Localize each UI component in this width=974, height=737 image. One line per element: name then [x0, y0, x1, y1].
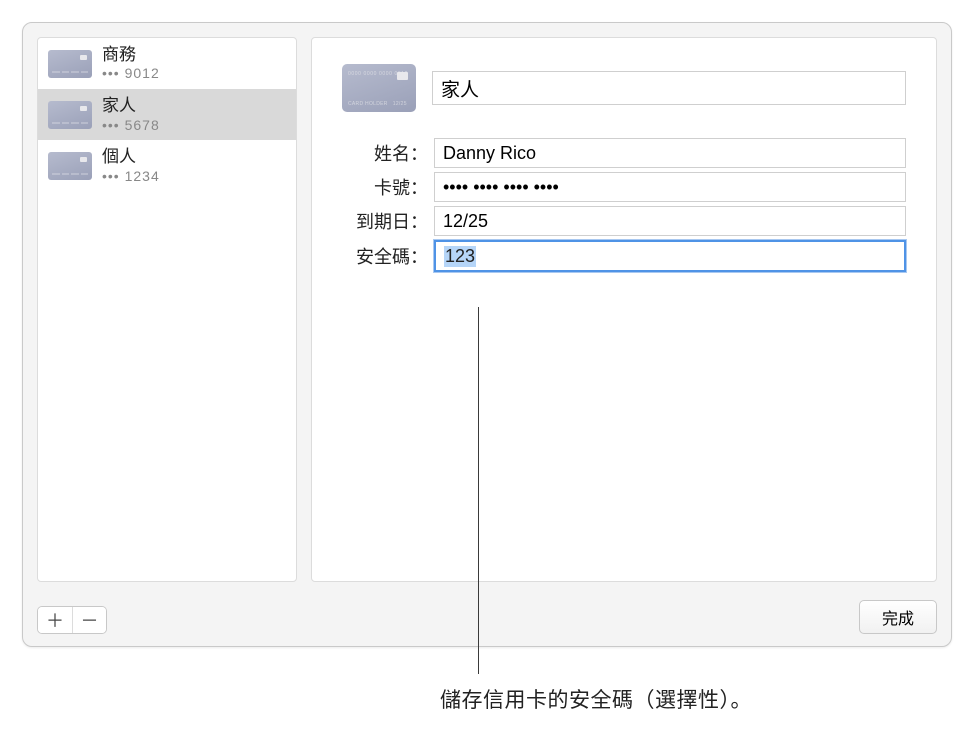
label-number: 卡號：	[342, 174, 434, 200]
callout-text: 儲存信用卡的安全碼（選擇性）。	[440, 684, 752, 714]
row-name: 姓名：	[342, 138, 906, 168]
input-number[interactable]	[434, 172, 906, 202]
label-name: 姓名：	[342, 140, 434, 166]
card-text: 商務 ••• 9012	[102, 45, 160, 82]
cvv-selected-text: 123	[444, 246, 476, 267]
input-cvv[interactable]: 123	[434, 240, 906, 272]
card-text: 家人 ••• 5678	[102, 96, 160, 133]
bottom-bar: ＋ － 完成	[23, 596, 951, 646]
card-title-input[interactable]	[432, 71, 906, 105]
card-text: 個人 ••• 1234	[102, 147, 160, 184]
card-item-personal[interactable]: 個人 ••• 1234	[38, 140, 296, 191]
row-expiry: 到期日：	[342, 206, 906, 236]
detail-panel: 0000 0000 0000 0012 CARD HOLDER 12/25 姓名…	[311, 37, 937, 582]
card-last4: ••• 9012	[102, 65, 160, 82]
credit-card-icon	[48, 101, 92, 129]
card-list: 商務 ••• 9012 家人 ••• 5678 個人 ••• 1234	[38, 38, 296, 581]
label-expiry: 到期日：	[342, 208, 434, 234]
card-last4: ••• 5678	[102, 117, 160, 134]
row-cvv: 安全碼： 123	[342, 240, 906, 272]
credit-card-icon	[48, 50, 92, 78]
sidebar: 商務 ••• 9012 家人 ••• 5678 個人 ••• 1234	[37, 37, 297, 582]
done-button[interactable]: 完成	[859, 600, 937, 634]
main-area: 商務 ••• 9012 家人 ••• 5678 個人 ••• 1234	[23, 23, 951, 596]
add-remove-group: ＋ －	[37, 606, 107, 634]
card-item-family[interactable]: 家人 ••• 5678	[38, 89, 296, 140]
preferences-window: 商務 ••• 9012 家人 ••• 5678 個人 ••• 1234	[22, 22, 952, 647]
input-name[interactable]	[434, 138, 906, 168]
callout-line	[478, 307, 479, 674]
input-expiry[interactable]	[434, 206, 906, 236]
label-cvv: 安全碼：	[342, 243, 434, 269]
card-name: 商務	[102, 45, 160, 65]
card-name: 個人	[102, 147, 160, 167]
card-item-business[interactable]: 商務 ••• 9012	[38, 38, 296, 89]
row-number: 卡號：	[342, 172, 906, 202]
credit-card-icon	[48, 152, 92, 180]
add-button[interactable]: ＋	[38, 607, 72, 633]
credit-card-icon-large: 0000 0000 0000 0012 CARD HOLDER 12/25	[342, 64, 416, 112]
remove-button[interactable]: －	[72, 607, 106, 633]
detail-header: 0000 0000 0000 0012 CARD HOLDER 12/25	[342, 64, 906, 112]
card-name: 家人	[102, 96, 160, 116]
card-last4: ••• 1234	[102, 168, 160, 185]
